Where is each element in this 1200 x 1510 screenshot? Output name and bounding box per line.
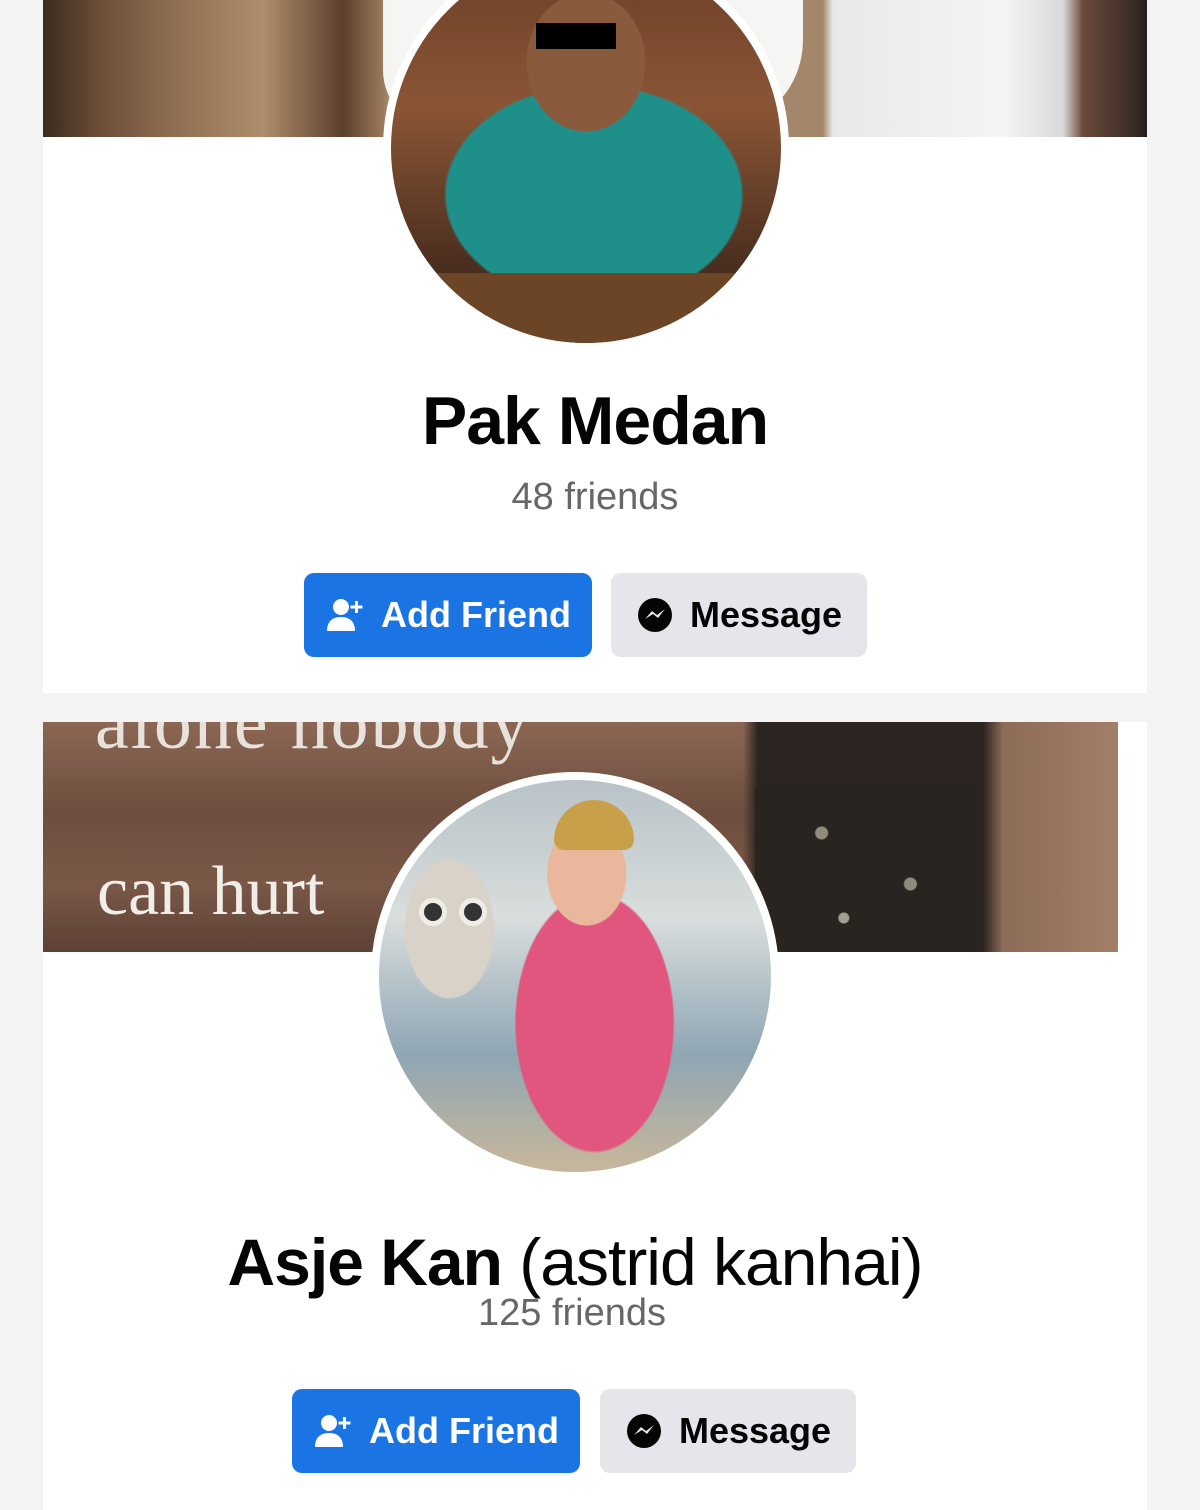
censor-bar	[536, 23, 616, 49]
message-label: Message	[678, 1410, 832, 1451]
cover-text-bottom: can hurt	[97, 853, 325, 930]
friends-count[interactable]: 125 friends	[43, 1292, 1147, 1335]
profile-picture[interactable]	[371, 772, 779, 1180]
message-button[interactable]: Message	[611, 573, 867, 657]
add-person-icon	[315, 1415, 351, 1447]
add-friend-button[interactable]: Add Friend	[292, 1389, 580, 1473]
add-friend-label: Add Friend	[369, 1410, 559, 1451]
add-friend-button[interactable]: Add Friend	[304, 573, 592, 657]
messenger-icon	[637, 598, 672, 632]
owl-eye-left	[419, 898, 447, 926]
owl-eye-right	[459, 898, 487, 926]
profile-card-asje-kan: alone nobody can hurt Asje Kan (astrid k…	[43, 722, 1147, 1510]
message-button[interactable]: Message	[600, 1389, 856, 1473]
profile-name: Asje Kan (astrid kanhai)	[43, 1224, 1147, 1300]
cover-photo-figure	[755, 782, 977, 952]
profile-name: Pak Medan	[421, 383, 769, 459]
crown	[554, 800, 634, 850]
message-label: Message	[689, 594, 843, 635]
friends-count[interactable]: 48 friends	[43, 476, 1147, 519]
add-friend-label: Add Friend	[381, 594, 571, 635]
desk	[391, 273, 781, 343]
profile-card-pak-medan: Pak Medan 48 friends Add Friend Message	[43, 0, 1147, 693]
profile-picture[interactable]	[383, 0, 789, 351]
profile-name-primary: Asje Kan	[227, 1225, 503, 1299]
messenger-icon	[626, 1414, 661, 1448]
add-person-icon	[327, 599, 363, 631]
cover-text-top: alone nobody	[95, 722, 531, 765]
profile-name-alternate: (astrid kanhai)	[519, 1225, 923, 1299]
